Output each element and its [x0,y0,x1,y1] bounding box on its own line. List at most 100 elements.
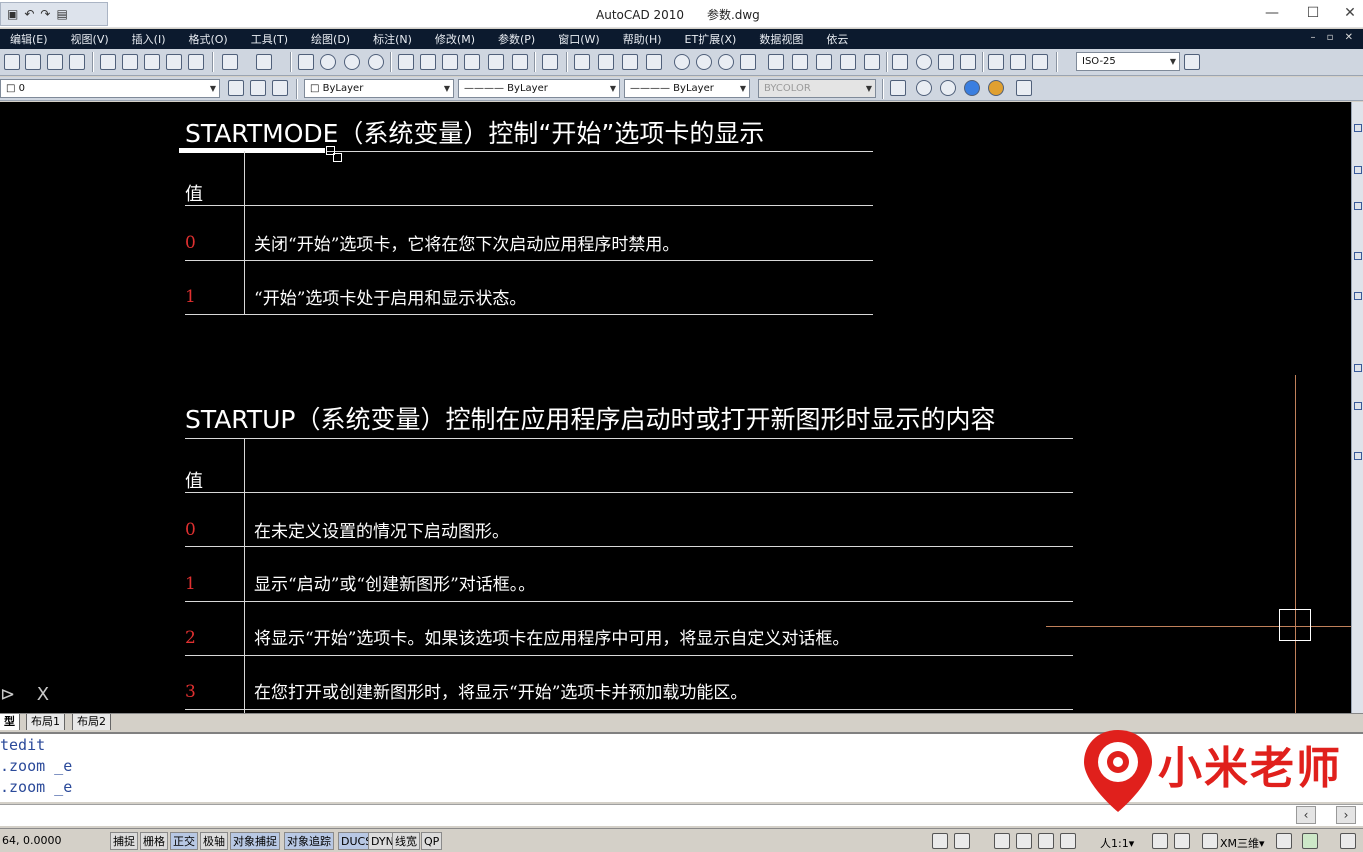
dimstyle-select[interactable]: ISO-25 ▼ [1076,52,1180,71]
tool-palettes-icon[interactable] [442,54,458,70]
help-icon[interactable] [542,54,558,70]
zoom-previous-icon[interactable] [368,54,384,70]
menu-item[interactable]: 依云 [826,31,848,47]
menu-item[interactable]: 数据视图 [759,31,803,47]
annotation-scale[interactable]: 人1:1▾ [1100,835,1134,851]
lineweight-select[interactable]: ———— ByLayer ▼ [624,79,750,98]
dim-update-icon[interactable] [1032,54,1048,70]
close-button[interactable]: ✕ [1330,2,1363,24]
dim-text-edit-icon[interactable] [1010,54,1026,70]
status-toggle[interactable]: 栅格 [140,832,168,850]
match-properties-icon[interactable] [166,54,182,70]
plot-icon[interactable]: ▤ [56,7,67,21]
autoscale-icon[interactable] [1174,833,1190,849]
tool-icon[interactable] [1354,364,1362,372]
diameter-dim-icon[interactable] [718,54,734,70]
sheet-set-icon[interactable] [464,54,480,70]
visual-styles-icon[interactable] [890,80,906,96]
dimstyle-manager-icon[interactable] [1184,54,1200,70]
tab-layout1[interactable]: 布局1 [26,714,65,730]
menu-item[interactable]: 视图(V) [71,31,109,47]
pan-icon[interactable] [994,833,1010,849]
baseline-dim-icon[interactable] [792,54,808,70]
redo-icon[interactable] [256,54,272,70]
maximize-button[interactable]: ☐ [1293,2,1333,24]
zoom-window-icon[interactable] [344,54,360,70]
qnew-icon[interactable] [4,54,20,70]
calculator-icon[interactable] [512,54,528,70]
tool-icon[interactable] [1354,292,1362,300]
jogged-linear-icon[interactable] [960,54,976,70]
tolerance-icon[interactable] [892,54,908,70]
plot-preview-icon[interactable] [69,54,85,70]
menu-item[interactable]: 窗口(W) [558,31,599,47]
tab-model[interactable]: 型 [0,714,20,730]
tool-icon[interactable] [1354,124,1362,132]
properties-icon[interactable] [398,54,414,70]
layer-select[interactable]: □ 0 ▼ [0,79,220,98]
layer-states-icon[interactable] [272,80,288,96]
hardware-acceleration-icon[interactable] [1302,833,1318,849]
coordinate-readout[interactable]: 64, 0.0000 [2,834,61,847]
color-select[interactable]: □ ByLayer ▼ [304,79,454,98]
copy-icon[interactable] [122,54,138,70]
aligned-dim-icon[interactable] [598,54,614,70]
tool-icon[interactable] [1354,202,1362,210]
steering-wheel-icon[interactable] [1038,833,1054,849]
layout-icon[interactable] [954,833,970,849]
arc-length-icon[interactable] [622,54,638,70]
angular-dim-icon[interactable] [740,54,756,70]
markup-icon[interactable] [488,54,504,70]
paste-icon[interactable] [144,54,160,70]
menu-item[interactable]: 编辑(E) [10,31,48,47]
menu-item[interactable]: 插入(I) [132,31,166,47]
zoom-icon[interactable] [1016,833,1032,849]
dim-break-icon[interactable] [864,54,880,70]
tab-layout2[interactable]: 布局2 [72,714,111,730]
workspace-switch[interactable]: XM三维▾ [1220,835,1265,851]
tool-icon[interactable] [1354,452,1362,460]
tool-icon[interactable] [1354,166,1362,174]
inspection-icon[interactable] [938,54,954,70]
model-space-icon[interactable] [932,833,948,849]
clean-screen-icon[interactable] [1340,833,1356,849]
menu-item[interactable]: 标注(N) [373,31,412,47]
visual-style-manager-icon[interactable] [1016,80,1032,96]
menu-item[interactable]: ET扩展(X) [685,31,737,47]
menu-browser-icon[interactable]: ▣ [7,7,18,21]
linetype-select[interactable]: ———— ByLayer ▼ [458,79,620,98]
jogged-dim-icon[interactable] [696,54,712,70]
realistic-style-icon[interactable] [964,80,980,96]
wireframe-2d-icon[interactable] [916,80,932,96]
conceptual-style-icon[interactable] [988,80,1004,96]
status-toggle[interactable]: 正交 [170,832,198,850]
undo-icon[interactable]: ↶ [24,7,34,21]
radius-dim-icon[interactable] [674,54,690,70]
continue-dim-icon[interactable] [816,54,832,70]
workspace-gear-icon[interactable] [1202,833,1218,849]
undo-icon[interactable] [222,54,238,70]
menu-item[interactable]: 绘图(D) [311,31,350,47]
pan-icon[interactable] [298,54,314,70]
tool-icon[interactable] [1354,252,1362,260]
linear-dim-icon[interactable] [574,54,590,70]
hidden-style-icon[interactable] [940,80,956,96]
make-current-icon[interactable] [250,80,266,96]
menu-item[interactable]: 帮助(H) [623,31,662,47]
save-icon[interactable] [47,54,63,70]
menu-item[interactable]: 参数(P) [498,31,535,47]
status-toggle[interactable]: QP [421,832,443,850]
drawing-canvas[interactable]: STARTMODE（系统变量）控制“开始”选项卡的显示 值 0 关闭“开始”选项… [0,102,1351,713]
menu-item[interactable]: 工具(T) [251,31,288,47]
design-center-icon[interactable] [420,54,436,70]
status-toggle[interactable]: 极轴 [200,832,228,850]
menu-item[interactable]: 格式(O) [188,31,227,47]
status-toggle[interactable]: 捕捉 [110,832,138,850]
lock-icon[interactable] [1276,833,1292,849]
dim-edit-icon[interactable] [988,54,1004,70]
dim-space-icon[interactable] [840,54,856,70]
status-toggle[interactable]: 对象捕捉 [230,832,280,850]
quick-dim-icon[interactable] [768,54,784,70]
status-toggle[interactable]: 线宽 [392,832,420,850]
mdi-controls[interactable]: – ▫ ✕ [1310,32,1357,43]
